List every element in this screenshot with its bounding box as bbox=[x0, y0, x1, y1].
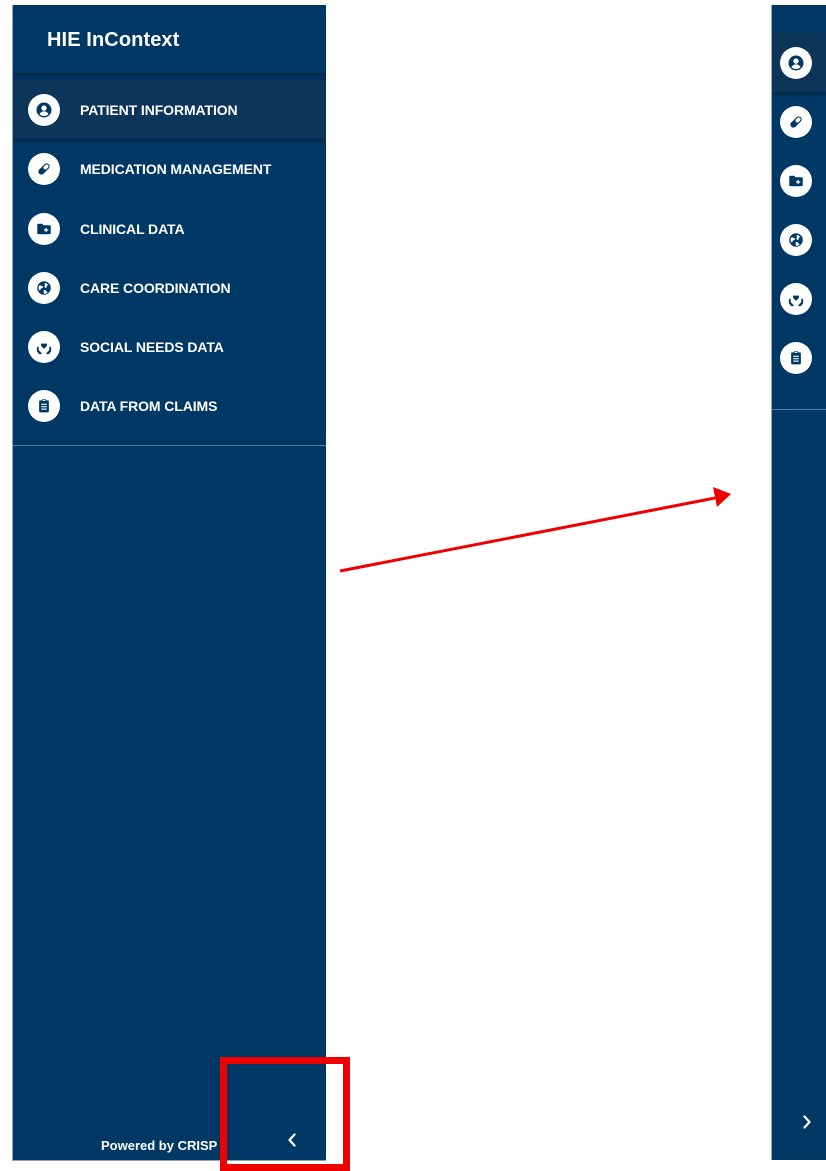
clipboard-icon bbox=[28, 389, 60, 422]
hands-heart-icon bbox=[28, 330, 60, 363]
nav-item-data-from-claims[interactable]: DATA FROM CLAIMS bbox=[13, 376, 326, 435]
sidebar-collapsed bbox=[771, 5, 826, 1160]
folder-plus-icon bbox=[780, 164, 812, 197]
red-arrow bbox=[339, 487, 731, 573]
sidebar-expanded: HIE InContext PATIENT INFORMATION MEDICA… bbox=[12, 5, 326, 1161]
powered-by-label: Powered by CRISP bbox=[101, 1138, 218, 1153]
nav-item-medication-management[interactable]: MEDICATION MANAGEMENT bbox=[13, 139, 326, 199]
nav-item-care-coordination[interactable]: CARE COORDINATION bbox=[13, 258, 326, 317]
app-header: HIE InContext bbox=[13, 5, 326, 73]
sidebar-nav: PATIENT INFORMATION MEDICATION MANAGEMEN… bbox=[13, 80, 326, 435]
collapsed-header bbox=[772, 5, 826, 33]
chevron-right-icon bbox=[803, 1115, 811, 1129]
nav-label: DATA FROM CLAIMS bbox=[80, 397, 218, 414]
nav-item-medication-management[interactable] bbox=[772, 92, 826, 151]
user-circle-icon bbox=[28, 93, 60, 126]
expand-sidebar-button[interactable] bbox=[800, 1115, 814, 1129]
pill-icon bbox=[780, 105, 812, 138]
nav-divider bbox=[772, 409, 826, 410]
nav-item-clinical-data[interactable]: CLINICAL DATA bbox=[13, 199, 326, 258]
user-circle-icon bbox=[780, 46, 812, 79]
nav-item-patient-information[interactable] bbox=[772, 33, 826, 92]
nav-item-patient-information[interactable]: PATIENT INFORMATION bbox=[13, 80, 326, 139]
nav-item-data-from-claims[interactable] bbox=[772, 328, 826, 387]
pill-icon bbox=[28, 153, 60, 185]
nav-item-clinical-data[interactable] bbox=[772, 151, 826, 210]
nav-label: CLINICAL DATA bbox=[80, 220, 185, 237]
nav-item-social-needs-data[interactable]: SOCIAL NEEDS DATA bbox=[13, 317, 326, 376]
clipboard-icon bbox=[780, 341, 812, 374]
globe-icon bbox=[780, 223, 812, 256]
app-title: HIE InContext bbox=[47, 29, 180, 51]
nav-label: PATIENT INFORMATION bbox=[80, 101, 238, 118]
highlight-box bbox=[220, 1057, 350, 1171]
nav-item-care-coordination[interactable] bbox=[772, 210, 826, 269]
collapsed-nav bbox=[772, 33, 826, 387]
nav-label: CARE COORDINATION bbox=[80, 279, 231, 296]
nav-label: SOCIAL NEEDS DATA bbox=[80, 338, 224, 355]
nav-divider bbox=[13, 445, 326, 446]
folder-plus-icon bbox=[28, 212, 60, 245]
hands-heart-icon bbox=[780, 282, 812, 315]
nav-label: MEDICATION MANAGEMENT bbox=[80, 161, 272, 177]
globe-icon bbox=[28, 271, 60, 304]
nav-item-social-needs-data[interactable] bbox=[772, 269, 826, 328]
